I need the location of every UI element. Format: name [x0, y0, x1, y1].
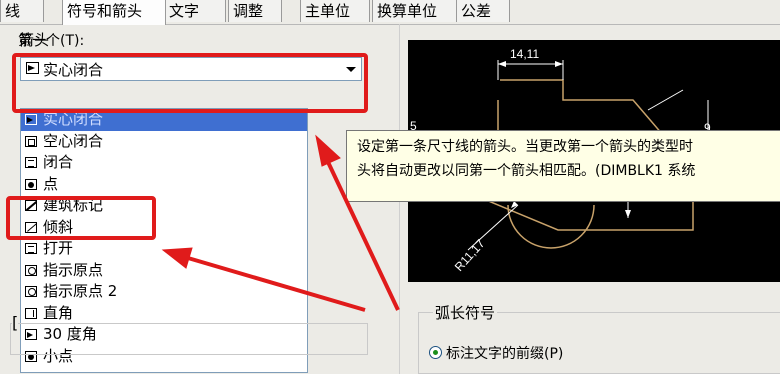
annotation-arrows [161, 134, 400, 312]
red-arrow-left-icon [161, 247, 193, 269]
red-arrow-up-icon [315, 134, 341, 167]
